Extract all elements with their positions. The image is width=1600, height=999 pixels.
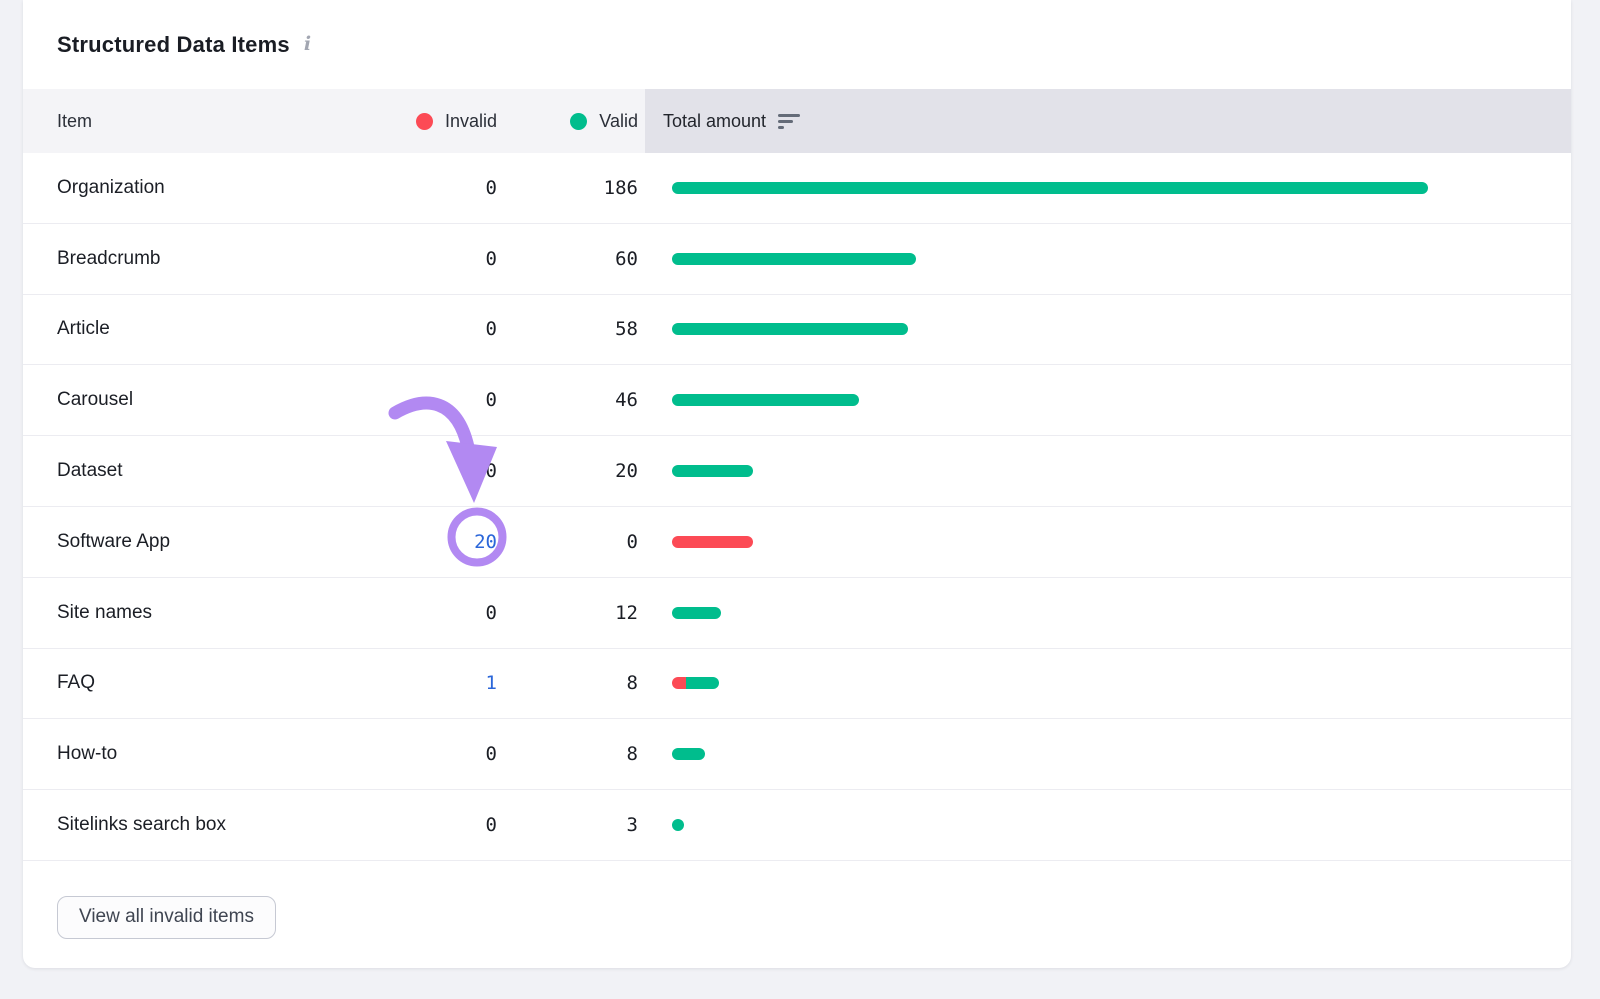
total-amount-bar bbox=[672, 677, 719, 689]
table-row: Carousel 046 bbox=[23, 365, 1571, 436]
total-amount-cell bbox=[638, 819, 1571, 831]
invalid-count-cell: 0 bbox=[437, 177, 497, 199]
bar-segment-valid bbox=[672, 182, 1428, 194]
table-header-row: Item Invalid Valid Total amount bbox=[23, 89, 1571, 153]
total-amount-bar bbox=[672, 323, 908, 335]
invalid-count-cell: 0 bbox=[437, 460, 497, 482]
total-amount-cell bbox=[638, 394, 1571, 406]
valid-count: 60 bbox=[497, 248, 638, 270]
valid-count: 58 bbox=[497, 318, 638, 340]
invalid-count-cell: 0 bbox=[437, 602, 497, 624]
invalid-count: 0 bbox=[486, 177, 497, 199]
total-amount-cell bbox=[638, 253, 1571, 265]
valid-count: 186 bbox=[497, 177, 638, 199]
table-row: FAQ 18 bbox=[23, 649, 1571, 720]
invalid-count: 0 bbox=[486, 248, 497, 270]
bar-segment-invalid bbox=[672, 677, 686, 689]
valid-count: 0 bbox=[497, 531, 638, 553]
row-item-label: Breadcrumb bbox=[23, 248, 437, 270]
table-row: How-to 08 bbox=[23, 719, 1571, 790]
bar-segment-valid bbox=[672, 748, 705, 760]
invalid-count-link-annotated[interactable]: 20 bbox=[474, 531, 497, 553]
bar-segment-valid bbox=[672, 323, 908, 335]
invalid-count: 0 bbox=[486, 460, 497, 482]
row-item-label: Software App bbox=[23, 531, 437, 553]
column-header-invalid: Invalid bbox=[337, 89, 497, 153]
valid-count: 20 bbox=[497, 460, 638, 482]
total-amount-cell bbox=[638, 323, 1571, 335]
invalid-count: 0 bbox=[486, 318, 497, 340]
bar-segment-valid bbox=[672, 253, 916, 265]
invalid-count: 0 bbox=[486, 814, 497, 836]
invalid-count: 0 bbox=[486, 389, 497, 411]
row-item-label: FAQ bbox=[23, 672, 437, 694]
row-item-label: Organization bbox=[23, 177, 437, 199]
bar-segment-valid bbox=[686, 677, 719, 689]
valid-count: 8 bbox=[497, 743, 638, 765]
row-item-label: Site names bbox=[23, 602, 437, 624]
info-icon[interactable]: i bbox=[304, 35, 311, 54]
bar-segment-valid bbox=[672, 607, 721, 619]
bar-segment-valid bbox=[672, 819, 684, 831]
invalid-count: 0 bbox=[486, 743, 497, 765]
table-row: Sitelinks search box 03 bbox=[23, 790, 1571, 861]
valid-count: 3 bbox=[497, 814, 638, 836]
invalid-count-cell: 0 bbox=[437, 743, 497, 765]
total-amount-bar bbox=[672, 536, 753, 548]
row-item-label: Carousel bbox=[23, 389, 437, 411]
row-item-label: Sitelinks search box bbox=[23, 814, 437, 836]
row-item-label: Article bbox=[23, 318, 437, 340]
column-header-invalid-label: Invalid bbox=[445, 111, 497, 132]
invalid-count-cell: 1 bbox=[437, 672, 497, 694]
card-header: Structured Data Items i bbox=[23, 0, 1571, 89]
column-header-total-amount[interactable]: Total amount bbox=[645, 89, 1571, 153]
card-footer: View all invalid items bbox=[23, 861, 1571, 939]
table-row: Dataset 020 bbox=[23, 436, 1571, 507]
total-amount-cell bbox=[638, 677, 1571, 689]
bar-segment-valid bbox=[672, 394, 859, 406]
total-amount-bar bbox=[672, 465, 753, 477]
total-amount-cell bbox=[638, 607, 1571, 619]
row-item-label: How-to bbox=[23, 743, 437, 765]
page-title: Structured Data Items bbox=[57, 32, 290, 58]
table-body: Organization0186Breadcrumb060Article058C… bbox=[23, 153, 1571, 861]
valid-count: 46 bbox=[497, 389, 638, 411]
column-header-valid: Valid bbox=[497, 89, 638, 153]
invalid-count-cell: 0 bbox=[437, 248, 497, 270]
total-amount-cell bbox=[638, 748, 1571, 760]
total-amount-cell bbox=[638, 182, 1571, 194]
invalid-count-cell: 20 bbox=[437, 531, 497, 553]
valid-count: 8 bbox=[497, 672, 638, 694]
column-header-valid-label: Valid bbox=[599, 111, 638, 132]
total-amount-bar bbox=[672, 607, 721, 619]
sort-descending-icon[interactable] bbox=[778, 114, 802, 129]
invalid-count-link[interactable]: 1 bbox=[486, 672, 497, 694]
bar-segment-invalid bbox=[672, 536, 753, 548]
column-header-total-amount-label: Total amount bbox=[663, 111, 766, 132]
total-amount-bar bbox=[672, 253, 916, 265]
invalid-count: 0 bbox=[486, 602, 497, 624]
total-amount-bar bbox=[672, 394, 859, 406]
table-row: Article 058 bbox=[23, 295, 1571, 366]
table-row: Organization 0186 bbox=[23, 153, 1571, 224]
invalid-legend-dot-icon bbox=[416, 113, 433, 130]
view-all-invalid-items-button[interactable]: View all invalid items bbox=[57, 896, 276, 939]
total-amount-bar bbox=[672, 748, 705, 760]
invalid-count-cell: 0 bbox=[437, 389, 497, 411]
total-amount-cell bbox=[638, 536, 1571, 548]
row-item-label: Dataset bbox=[23, 460, 437, 482]
table-row: Software App 200 bbox=[23, 507, 1571, 578]
valid-count: 12 bbox=[497, 602, 638, 624]
table-row: Breadcrumb 060 bbox=[23, 224, 1571, 295]
total-amount-bar bbox=[672, 819, 684, 831]
bar-segment-valid bbox=[672, 465, 753, 477]
column-header-item: Item bbox=[23, 89, 337, 153]
total-amount-bar bbox=[672, 182, 1428, 194]
table-row: Site names 012 bbox=[23, 578, 1571, 649]
invalid-count-cell: 0 bbox=[437, 318, 497, 340]
structured-data-items-card: Structured Data Items i Item Invalid Val… bbox=[23, 0, 1571, 968]
valid-legend-dot-icon bbox=[570, 113, 587, 130]
invalid-count-cell: 0 bbox=[437, 814, 497, 836]
total-amount-cell bbox=[638, 465, 1571, 477]
